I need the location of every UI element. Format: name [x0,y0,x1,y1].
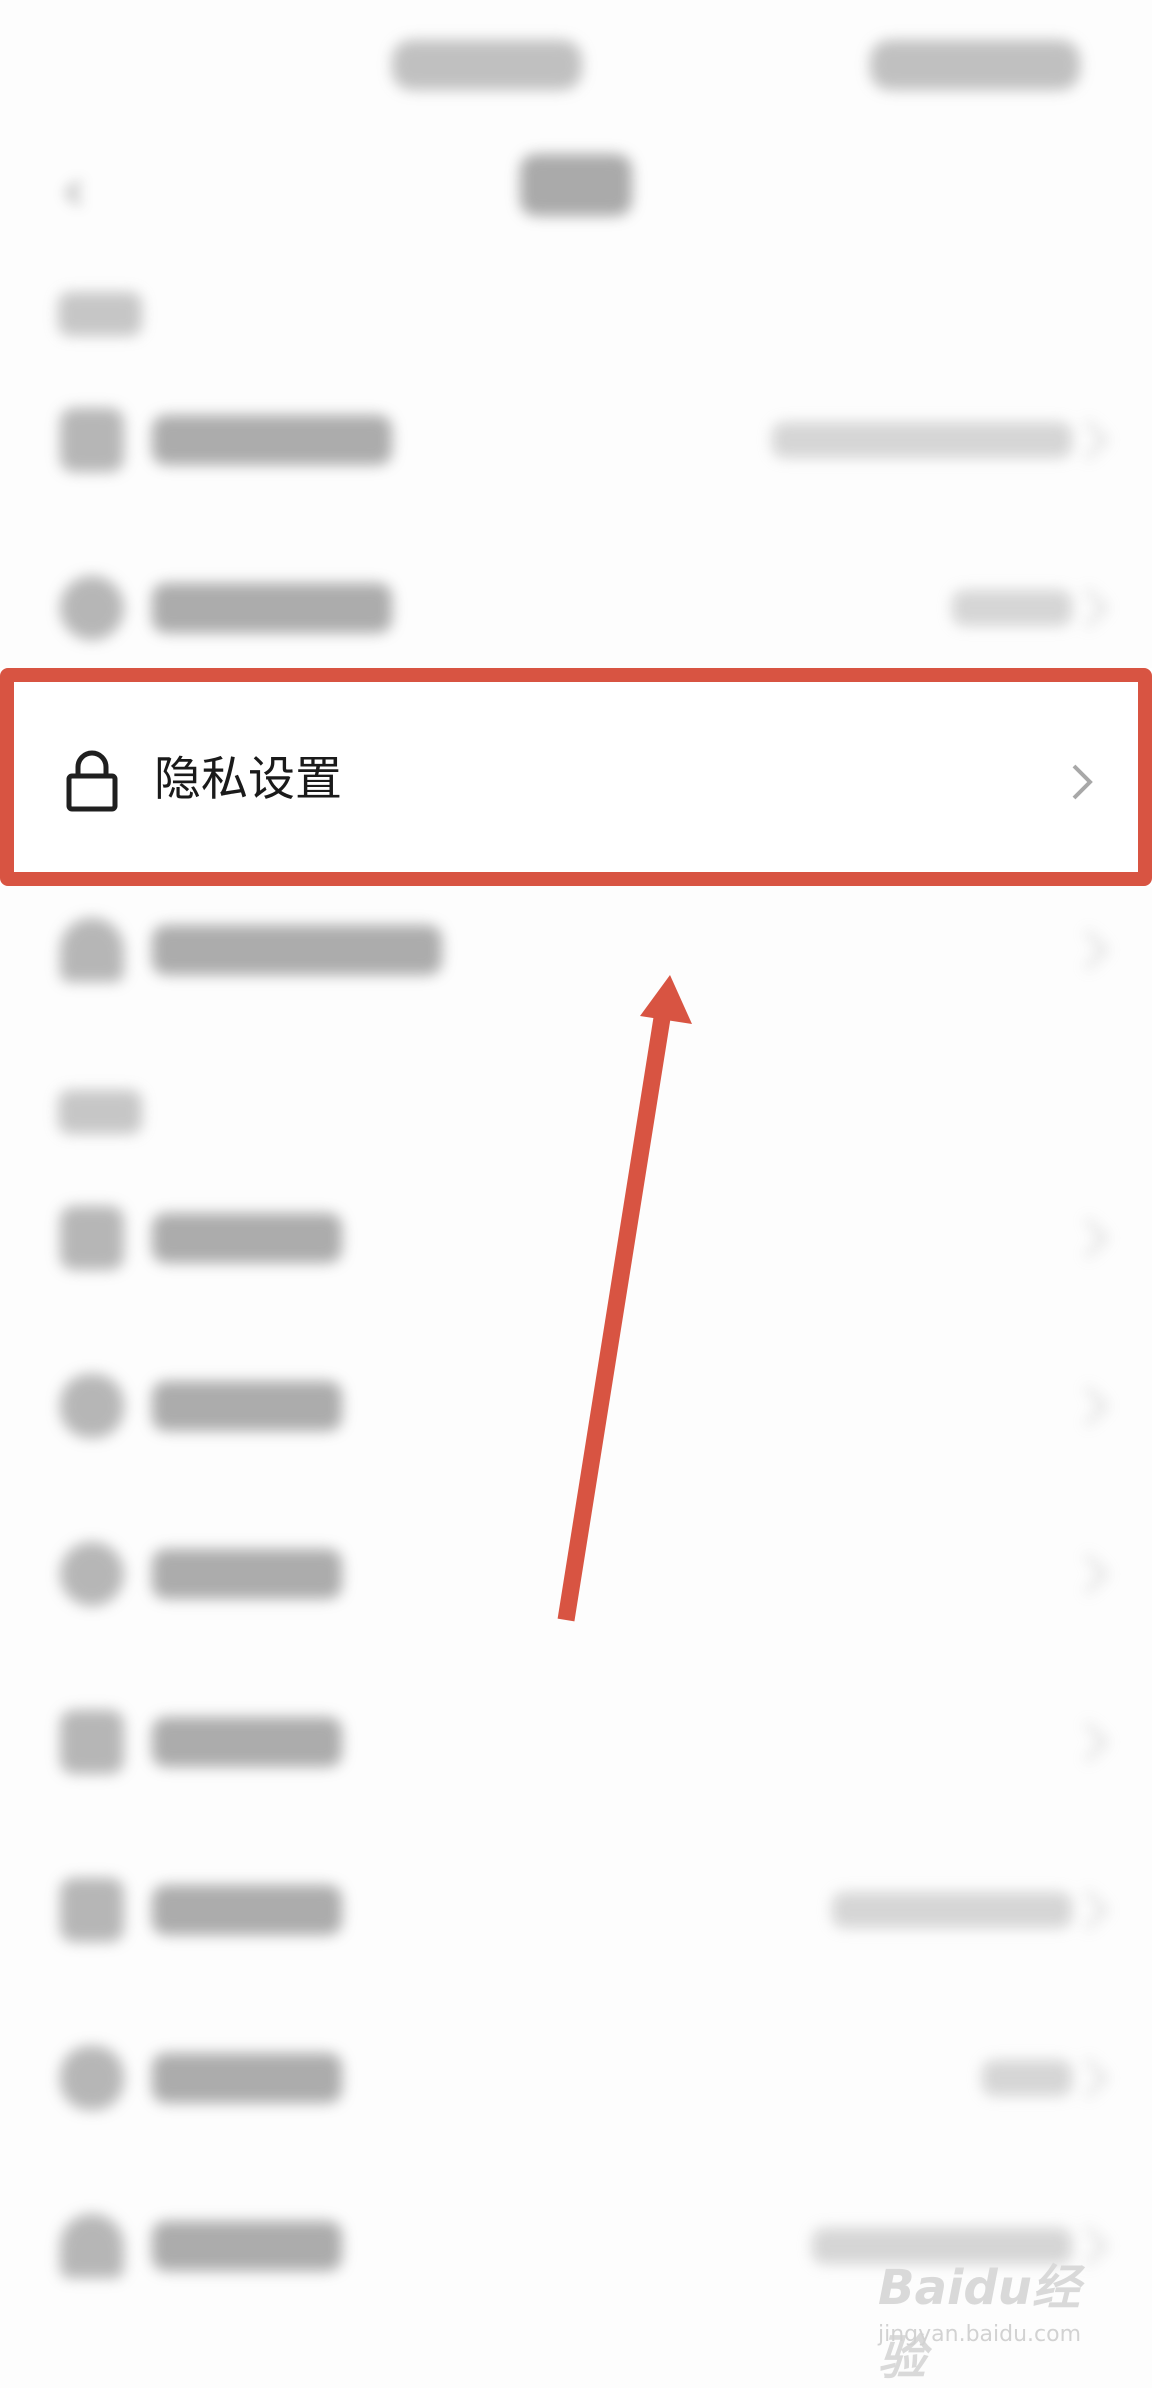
section-label-general [58,1090,142,1134]
phone-icon [60,408,124,472]
nav-bar: ‹ [0,130,1152,240]
settings-row-value [832,1892,1072,1928]
shield-icon [60,576,124,640]
baidu-watermark: Baidu经验 jingyan.baidu.com [878,2248,1118,2386]
screen-icon [60,1710,124,1774]
settings-row-storage[interactable] [0,1826,1152,1994]
settings-row-notification[interactable] [0,1322,1152,1490]
grid-icon [60,1206,124,1270]
status-bar-left [392,40,582,90]
settings-row-label [152,1213,342,1263]
watermark-url: jingyan.baidu.com [878,2322,1082,2347]
settings-row-phone[interactable] [0,356,1152,524]
settings-row-general[interactable] [0,1154,1152,1322]
settings-row-label [152,925,442,975]
settings-row-personal-info[interactable] [0,866,1152,1034]
chevron-right-icon [1068,1218,1108,1258]
status-bar-right [870,40,1080,90]
status-bar [0,0,1152,130]
section-label-account [58,292,142,336]
chevron-right-icon [1068,1722,1108,1762]
chevron-right-icon [1068,930,1108,970]
highlight-frame [0,668,1152,886]
play-icon [60,1542,124,1606]
settings-row-label [152,2221,342,2271]
settings-row-feedback[interactable] [0,1994,1152,2162]
page-title [520,154,632,216]
chevron-right-icon [1068,2058,1108,2098]
settings-row-value [772,422,1072,458]
feedback-icon [60,2046,124,2110]
settings-row-background[interactable] [0,1658,1152,1826]
settings-row-label [152,1885,342,1935]
storage-icon [60,1878,124,1942]
settings-row-label [152,583,392,633]
about-icon [60,2214,124,2278]
settings-row-security[interactable] [0,524,1152,692]
chevron-right-icon [1068,1890,1108,1930]
settings-row-label [152,1381,342,1431]
settings-row-value [952,590,1072,626]
settings-row-label [152,1717,342,1767]
settings-row-label [152,415,392,465]
chevron-right-icon [1068,420,1108,460]
chevron-right-icon [1068,1386,1108,1426]
settings-row-value [982,2060,1072,2096]
bell-icon [60,1374,124,1438]
person-icon [60,918,124,982]
chevron-right-icon [1068,588,1108,628]
settings-row-label [152,1549,342,1599]
watermark-brand: Baidu经验 [878,2260,1080,2386]
settings-row-label [152,2053,342,2103]
back-arrow-icon[interactable]: ‹ [62,160,106,220]
chevron-right-icon [1068,1554,1108,1594]
settings-row-player[interactable] [0,1490,1152,1658]
